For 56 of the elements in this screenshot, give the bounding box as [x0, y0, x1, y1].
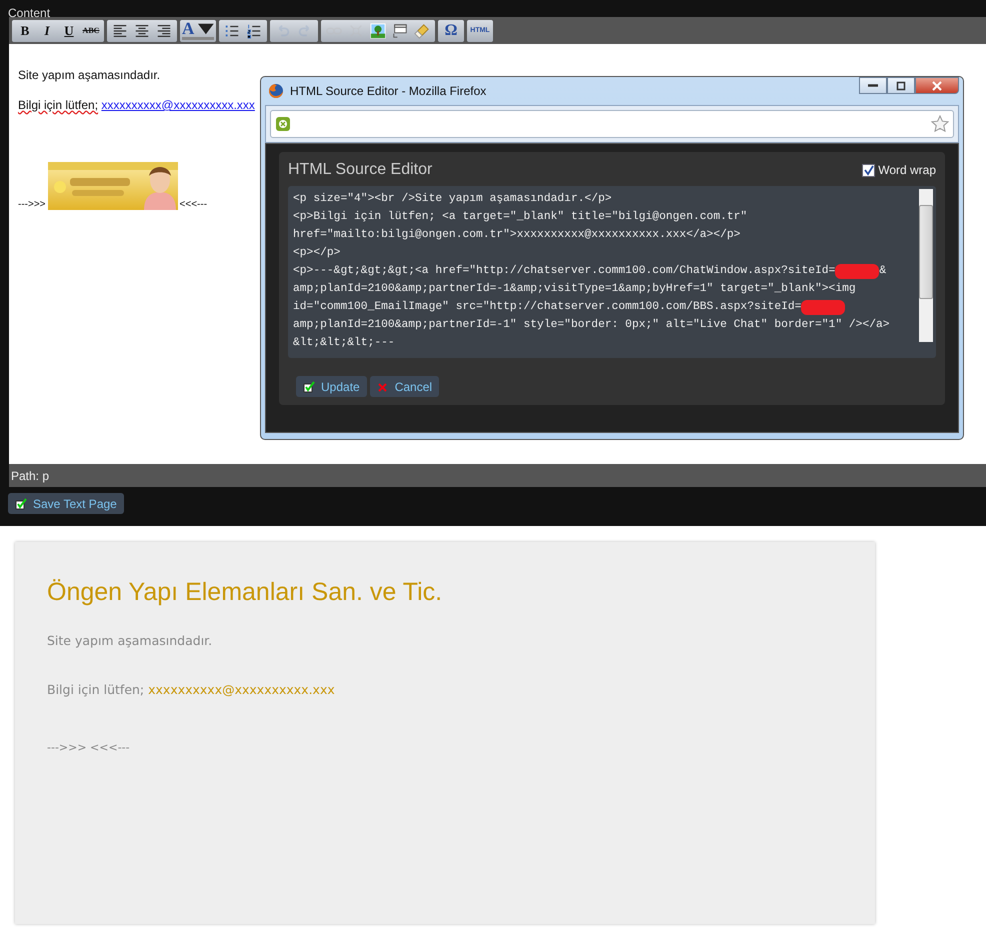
code-line: amp;planId=2100&amp;partnerId=-1&amp;visitType=1&amp;byHref=1" target="_blank"><img	[293, 282, 857, 297]
email-link[interactable]: xxxxxxxxxx@xxxxxxxxxx.xxx	[101, 98, 255, 112]
dialog-heading: HTML Source Editor	[288, 161, 432, 179]
caret-icon	[198, 21, 214, 37]
check-icon	[15, 498, 27, 510]
bullet-list-icon	[224, 22, 240, 38]
minimize-button[interactable]	[859, 77, 887, 94]
code-line: <p></p>	[293, 246, 342, 261]
font-color-button[interactable]: A	[182, 22, 214, 40]
source-field[interactable]	[288, 186, 936, 358]
path-bar: Path: p	[9, 464, 986, 487]
italic-button[interactable]: I	[36, 20, 58, 40]
word-wrap-checkbox[interactable]	[862, 164, 876, 176]
code-line: &lt;&lt;&lt;---	[293, 336, 396, 351]
close-icon	[376, 380, 389, 392]
paragraph: Site yapım aşamasındadır.	[47, 633, 214, 648]
code-line: id="comm100_EmailImage" src="http://chatserver.comm100.com/BBS.aspx?siteId=	[293, 298, 919, 316]
maximize-icon	[896, 80, 906, 90]
code-line: amp;planId=2100&amp;partnerId=-1" style="border: 0px;" alt="Live Chat" border="1" /></a>	[293, 318, 891, 333]
page-title: Öngen Yapı Elemanları San. ve Tic.	[47, 578, 444, 607]
globe-icon	[268, 83, 284, 99]
editor-area[interactable]	[9, 44, 986, 464]
arrow-text: <<<---	[180, 199, 208, 210]
align-right-icon	[156, 22, 172, 38]
minimize-icon	[868, 84, 878, 87]
insert-image-icon	[370, 22, 386, 38]
numbered-list-icon	[246, 22, 262, 38]
align-left-icon	[112, 22, 128, 38]
paragraph: Site yapım aşamasındadır.	[18, 68, 162, 82]
scrollbar[interactable]	[919, 189, 933, 342]
window-title: HTML Source Editor - Mozilla Firefox	[290, 84, 486, 98]
strikethrough-button[interactable]: ABC	[80, 20, 102, 40]
update-button[interactable]: Update	[296, 376, 367, 397]
check-icon	[303, 380, 315, 392]
arrow-text: --->>>	[18, 199, 46, 210]
bold-button[interactable]: B	[14, 20, 36, 40]
checkbox-label: Word wrap	[878, 163, 936, 177]
underline-button[interactable]: U	[58, 20, 80, 40]
arrow-text: --->>> <<<---	[47, 741, 131, 754]
code-line: href="mailto:bilgi@ongen.com.tr">xxxxxxxxxx@xxxxxxxxxx.xxx</a></p>	[293, 228, 742, 243]
code-line: <p>Bilgi için lütfen; <a target="_blank" title="bilgi@ongen.com.tr"	[293, 210, 748, 225]
cancel-button[interactable]: Cancel	[370, 376, 440, 397]
close-button[interactable]	[915, 77, 959, 94]
star-icon[interactable]	[931, 115, 949, 133]
close-icon	[932, 80, 942, 90]
maximize-button[interactable]	[887, 77, 915, 94]
save-button[interactable]: Save Text Page	[8, 493, 124, 514]
insert-layer-icon	[392, 22, 408, 38]
code-line: <p size="4"><br />Site yapım aşamasındadır.</p>	[293, 192, 613, 207]
paragraph: Bilgi için lütfen; xxxxxxxxxx@xxxxxxxxxx.xxx	[47, 682, 336, 697]
code-line: <p>---&gt;&gt;&gt;<a href="http://chatserver.comm100.com/ChatWindow.aspx?siteId= &	[293, 262, 888, 280]
align-center-icon	[134, 22, 150, 38]
cleanup-icon	[414, 22, 430, 38]
site-icon	[275, 116, 291, 132]
field-label: Content	[7, 5, 52, 17]
special-character-button[interactable]: Ω	[440, 20, 462, 40]
